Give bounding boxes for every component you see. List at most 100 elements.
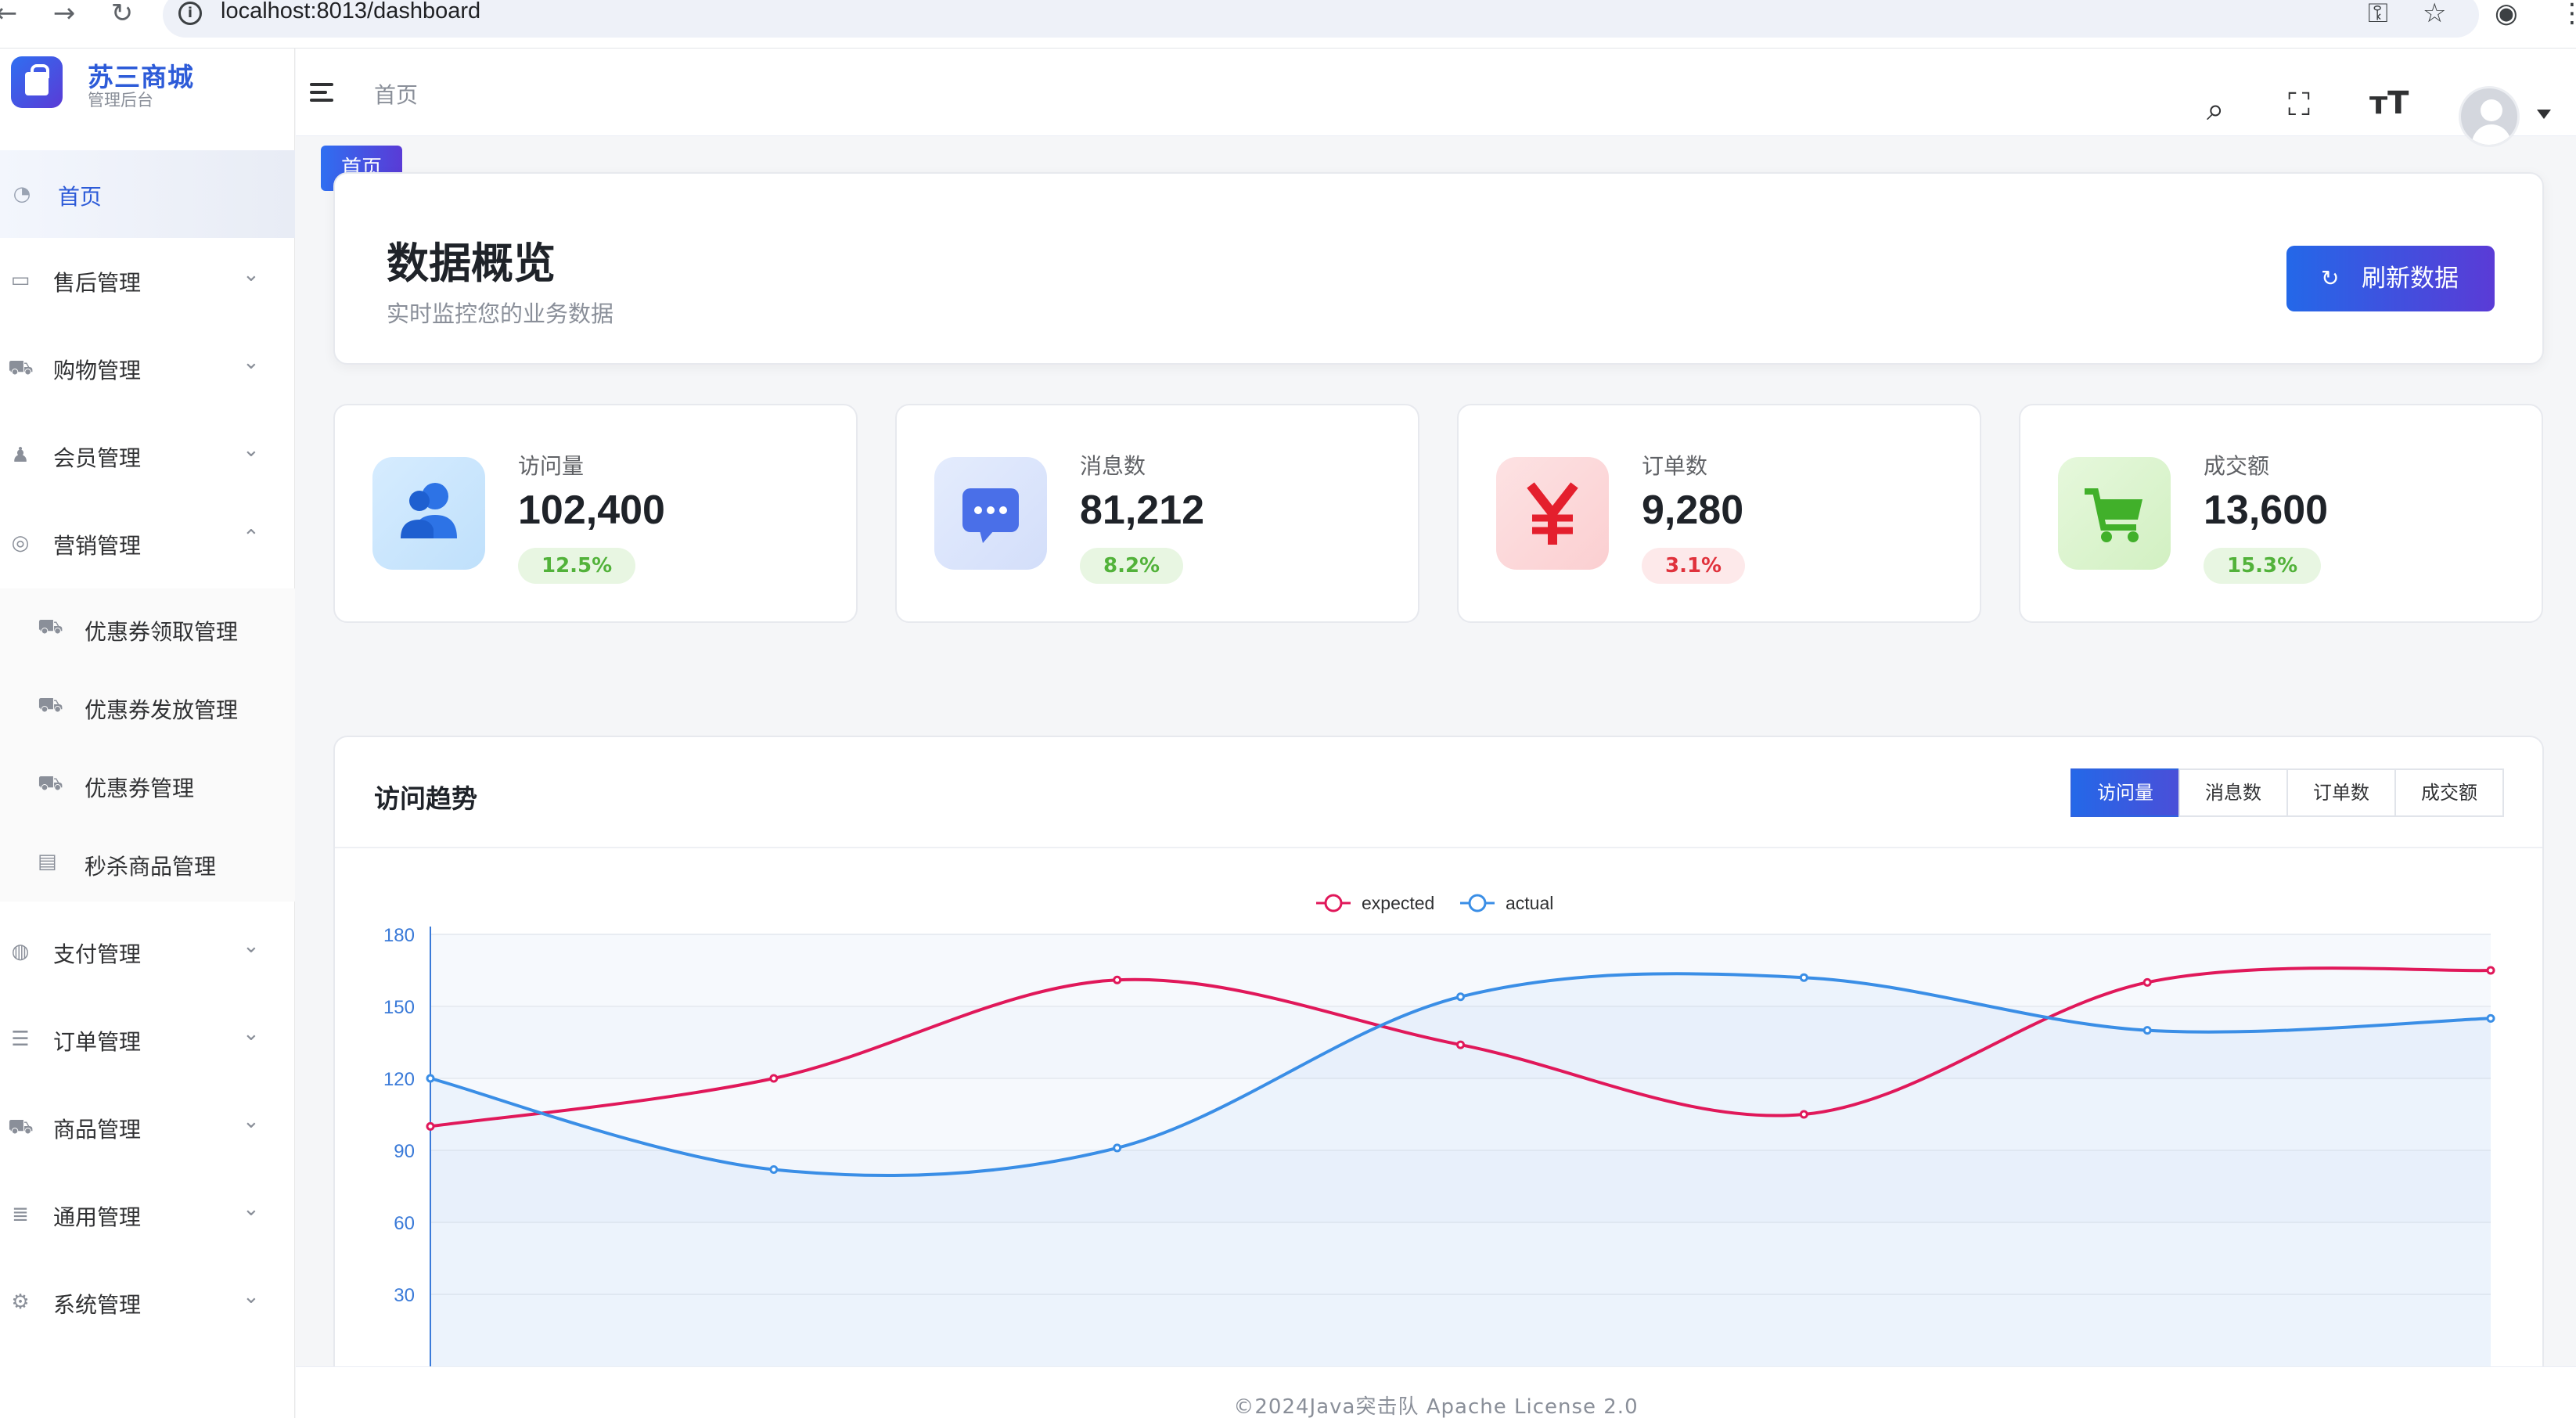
y-tick-label: 180	[383, 925, 415, 946]
data-point-actual	[2142, 1026, 2152, 1035]
data-point-actual	[1113, 1143, 1122, 1153]
address-bar[interactable]: i localhost:8013/dashboard	[163, 0, 2479, 38]
y-tick-label: 30	[394, 1285, 415, 1306]
chevron-down-icon: ⌄	[243, 1285, 260, 1308]
stat-change-badge: 12.5%	[518, 548, 636, 584]
font-size-icon[interactable]: ᴛT	[2369, 88, 2409, 119]
data-point-expected	[1456, 1040, 1465, 1049]
sidebar-item-payment[interactable]: ◍ 支付管理 ⌄	[0, 908, 295, 995]
chevron-down-icon: ⌄	[243, 351, 260, 374]
cart-icon: ⛟	[38, 693, 63, 717]
cart-icon: ⛟	[8, 356, 34, 380]
brand-logo-icon	[11, 56, 63, 108]
sidebar-item-label: 售后管理	[53, 270, 142, 296]
stat-value: 13,600	[2204, 488, 2329, 533]
legend-label-actual: actual	[1506, 893, 1553, 913]
payment-icon: ◍	[11, 940, 30, 963]
trend-card-header: 访问趋势 访问量 消息数 订单数 成交额	[335, 737, 2542, 848]
submenu-item-flash-sale[interactable]: ▤ 秒杀商品管理	[0, 825, 295, 903]
stat-card-revenue: 成交额 13,600 15.3%	[2019, 404, 2543, 623]
data-point-actual	[2486, 1013, 2495, 1023]
avatar[interactable]	[2459, 86, 2520, 147]
chevron-down-icon: ⌄	[243, 1110, 260, 1133]
brand-subtitle: 管理后台	[88, 91, 153, 110]
breadcrumb[interactable]: 首页	[374, 78, 418, 110]
sidebar-item-label: 系统管理	[53, 1292, 142, 1318]
tab-revenue[interactable]: 成交额	[2394, 768, 2504, 817]
submenu-item-coupon-claim[interactable]: ⛟ 优惠券领取管理	[0, 590, 295, 668]
dashboard-icon: ◔	[13, 182, 31, 206]
data-point-expected	[1113, 975, 1122, 984]
star-icon[interactable]: ☆	[2423, 0, 2446, 27]
sidebar-item-label: 通用管理	[53, 1204, 142, 1230]
sidebar-item-label: 订单管理	[53, 1029, 142, 1055]
message-icon	[934, 457, 1047, 570]
chevron-down-icon: ⌄	[243, 934, 260, 958]
forward-icon[interactable]: →	[47, 0, 81, 27]
data-point-expected	[2142, 977, 2152, 987]
sidebar-item-after-sales[interactable]: ▭ 售后管理 ⌄	[0, 236, 295, 324]
sidebar-item-system[interactable]: ⚙ 系统管理 ⌄	[0, 1258, 295, 1346]
data-point-actual	[1799, 973, 1808, 982]
top-header: 首页 ⌕ ⛶ ᴛT	[296, 49, 2576, 147]
footer: ©2024Java突击队 Apache License 2.0	[296, 1366, 2576, 1418]
refresh-data-button[interactable]: ↻ 刷新数据	[2286, 246, 2495, 311]
sidebar-item-general[interactable]: ≣ 通用管理 ⌄	[0, 1171, 295, 1258]
sidebar-item-members[interactable]: ♟ 会员管理 ⌄	[0, 412, 295, 499]
legend-marker-actual	[1468, 894, 1487, 912]
sidebar-item-label: 首页	[58, 184, 103, 210]
tab-messages[interactable]: 消息数	[2178, 768, 2288, 817]
data-point-expected	[1799, 1110, 1808, 1119]
stat-value: 81,212	[1080, 488, 1205, 533]
stat-label: 成交额	[2204, 453, 2270, 479]
submenu-item-coupons[interactable]: ⛟ 优惠券管理	[0, 747, 295, 825]
chevron-down-icon: ⌄	[243, 1022, 260, 1046]
site-info-icon[interactable]: i	[178, 2, 202, 25]
stat-card-messages: 消息数 81,212 8.2%	[895, 404, 1419, 623]
sidebar-item-label: 支付管理	[53, 941, 142, 967]
users-icon	[372, 457, 485, 570]
sidebar-item-label: 营销管理	[53, 533, 142, 559]
caret-down-icon[interactable]	[2537, 110, 2551, 119]
stat-card-orders: 订单数 9,280 3.1%	[1457, 404, 1981, 623]
fullscreen-icon[interactable]: ⛶	[2288, 89, 2310, 121]
cart-icon: ⛟	[38, 772, 63, 795]
database-icon: ≣	[12, 1203, 29, 1226]
collapse-menu-icon[interactable]	[310, 83, 336, 105]
sidebar-item-home[interactable]: ◔ 首页	[0, 150, 295, 238]
gear-icon: ⚙	[11, 1290, 30, 1314]
sidebar-item-marketing[interactable]: ◎ 营销管理 ⌃	[0, 499, 295, 587]
submenu-item-label: 优惠券管理	[85, 776, 195, 801]
footer-text: ©2024Java突击队 Apache License 2.0	[1233, 1395, 1639, 1418]
more-menu-icon[interactable]: ⋮	[2559, 0, 2576, 27]
legend-marker-expected	[1324, 894, 1343, 912]
chevron-down-icon: ⌄	[243, 1197, 260, 1221]
sidebar-item-label: 购物管理	[53, 358, 142, 383]
reload-icon[interactable]: ↻	[105, 0, 139, 27]
sidebar-item-label: 商品管理	[53, 1117, 142, 1143]
sidebar-item-orders[interactable]: ☰ 订单管理 ⌄	[0, 995, 295, 1083]
sidebar-item-label: 会员管理	[53, 445, 142, 471]
sidebar-item-products[interactable]: ⛟ 商品管理 ⌄	[0, 1083, 295, 1171]
data-point-expected	[769, 1074, 779, 1083]
user-icon: ♟	[11, 444, 30, 467]
submenu-item-label: 优惠券发放管理	[85, 697, 239, 723]
data-point-actual	[769, 1165, 779, 1175]
yen-icon	[1496, 457, 1609, 570]
submenu-item-coupon-issue[interactable]: ⛟ 优惠券发放管理	[0, 668, 295, 747]
profile-icon[interactable]: ◉	[2495, 0, 2518, 27]
tab-visits[interactable]: 访问量	[2071, 768, 2180, 817]
trend-title: 访问趋势	[374, 783, 477, 814]
sidebar-item-shopping[interactable]: ⛟ 购物管理 ⌄	[0, 324, 295, 412]
refresh-button-label: 刷新数据	[2362, 265, 2459, 293]
stat-label: 访问量	[518, 453, 585, 479]
marketing-icon: ◎	[11, 531, 30, 555]
y-tick-label: 120	[383, 1069, 415, 1090]
stat-value: 9,280	[1642, 488, 1744, 533]
key-icon[interactable]: ⚿	[2368, 0, 2388, 27]
search-icon[interactable]: ⌕	[2207, 94, 2224, 125]
back-icon[interactable]: ←	[0, 0, 23, 27]
stat-label: 消息数	[1080, 453, 1146, 479]
url-text[interactable]: localhost:8013/dashboard	[221, 0, 480, 24]
tab-orders[interactable]: 订单数	[2286, 768, 2396, 817]
